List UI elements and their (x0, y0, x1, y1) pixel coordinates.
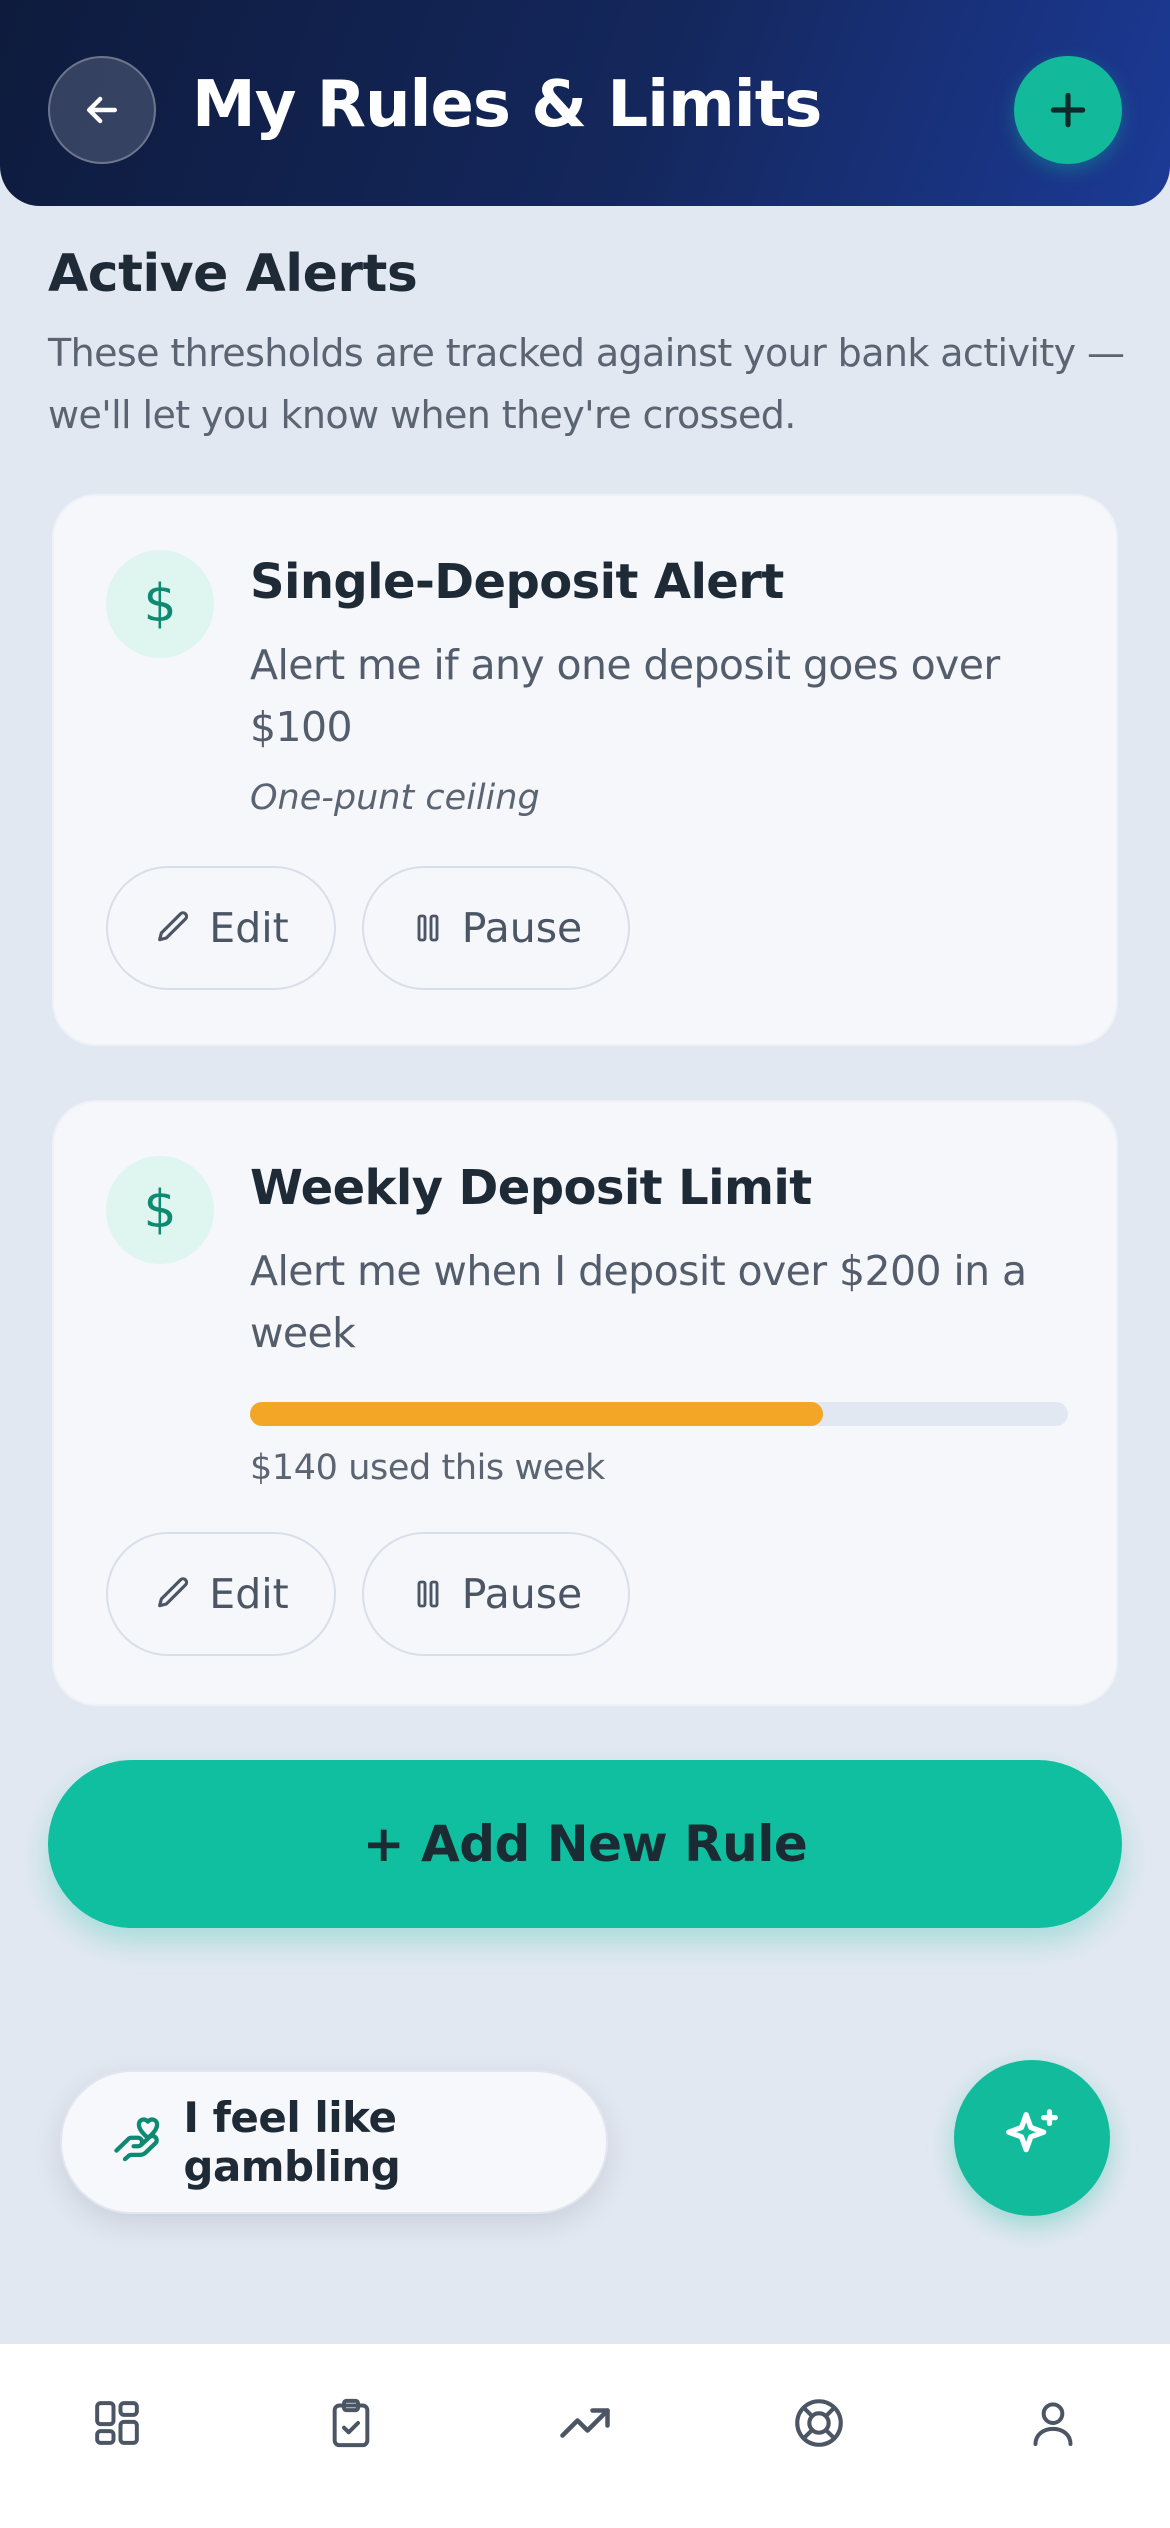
rule-description: Alert me if any one deposit goes over $1… (250, 641, 1000, 751)
nav-tasks[interactable] (291, 2363, 411, 2483)
weekly-progress-fill (250, 1402, 823, 1426)
pencil-icon (158, 911, 189, 942)
rule-card-weekly-limit: $ Weekly Deposit Limit Alert me when I d… (52, 1100, 1118, 1706)
weekly-progress-bar (250, 1402, 1068, 1426)
add-rule-header-button[interactable] (1014, 56, 1122, 164)
rule-card-single-deposit: $ Single-Deposit Alert Alert me if any o… (52, 494, 1118, 1046)
feel-like-gambling-button[interactable]: I feel like gambling (60, 2070, 608, 2214)
lifebuoy-icon (795, 2399, 843, 2447)
dollar-icon: $ (106, 550, 214, 658)
edit-label: Edit (209, 1570, 289, 1618)
pencil-icon (158, 1577, 189, 1608)
pause-icon (417, 914, 439, 942)
pause-label: Pause (461, 904, 583, 952)
rule-description: Alert me when I deposit over $200 in a w… (250, 1247, 1027, 1357)
bottom-navigation (0, 2344, 1170, 2528)
section-description: These thresholds are tracked against you… (48, 331, 1125, 437)
nav-dashboard[interactable] (57, 2363, 177, 2483)
dollar-icon: $ (106, 1156, 214, 1264)
rule-note: One-punt ceiling (250, 778, 540, 818)
rule-title: Weekly Deposit Limit (250, 1160, 812, 1216)
edit-button[interactable]: Edit (106, 866, 336, 990)
pause-icon (417, 1580, 439, 1608)
hand-heart-icon (114, 2117, 160, 2162)
dashboard-icon (95, 2401, 139, 2445)
nav-support[interactable] (759, 2363, 879, 2483)
section-title: Active Alerts (48, 244, 418, 304)
user-icon (1033, 2402, 1073, 2446)
pause-button[interactable]: Pause (362, 866, 630, 990)
arrow-left-icon (86, 96, 118, 124)
edit-label: Edit (209, 904, 289, 952)
progress-label: $140 used this week (250, 1448, 605, 1488)
page-title: My Rules & Limits (192, 68, 822, 142)
nav-profile[interactable] (993, 2363, 1113, 2483)
app-header: My Rules & Limits (0, 0, 1170, 206)
edit-button[interactable]: Edit (106, 1532, 336, 1656)
nav-trends[interactable] (525, 2363, 645, 2483)
sparkle-icon (1006, 2109, 1058, 2153)
rule-title: Single-Deposit Alert (250, 554, 784, 610)
assistant-button[interactable] (954, 2060, 1110, 2216)
plus-icon (1050, 92, 1086, 128)
back-button[interactable] (48, 56, 156, 164)
clipboard-check-icon (332, 2398, 370, 2448)
add-new-rule-button[interactable]: + Add New Rule (48, 1760, 1122, 1928)
gamble-label: I feel like gambling (183, 2093, 401, 2191)
trending-up-icon (560, 2408, 610, 2438)
pause-button[interactable]: Pause (362, 1532, 630, 1656)
pause-label: Pause (461, 1570, 583, 1618)
